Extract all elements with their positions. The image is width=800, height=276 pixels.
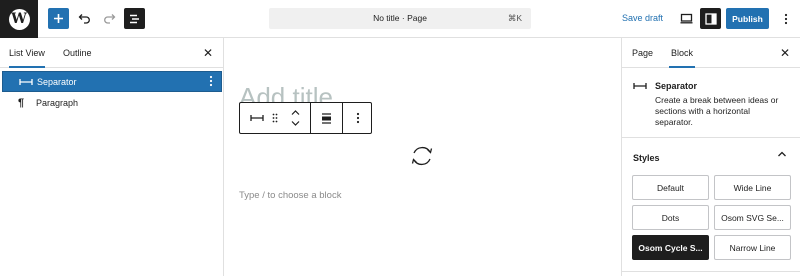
tab-list-view[interactable]: List View — [9, 48, 45, 68]
align-full-icon — [322, 112, 331, 124]
redo-button[interactable] — [99, 8, 120, 29]
sidebar-tabs: Page Block ✕ — [622, 38, 800, 68]
block-description: Create a break between ideas or sections… — [655, 95, 779, 127]
document-title: No title · Page — [373, 13, 427, 23]
publish-button[interactable]: Publish — [726, 8, 769, 29]
separator-icon — [633, 81, 647, 93]
style-osom-svg-button[interactable]: Osom SVG Se... — [714, 205, 791, 230]
document-overview-button[interactable] — [124, 8, 145, 29]
list-view-panel: List View Outline ✕ Separator ¶ Paragrap… — [0, 38, 224, 276]
style-narrow-line-button[interactable]: Narrow Line — [714, 235, 791, 260]
chevron-up-icon[interactable] — [291, 109, 300, 116]
sidebar-icon — [704, 12, 717, 25]
redo-icon — [104, 14, 116, 24]
styles-heading[interactable]: Styles — [633, 153, 660, 163]
list-item-paragraph[interactable]: ¶ Paragraph — [2, 92, 222, 113]
drag-icon — [272, 113, 278, 123]
chevron-down-icon[interactable] — [291, 120, 300, 127]
style-osom-cycle-button[interactable]: Osom Cycle S... — [632, 235, 709, 260]
undo-icon — [78, 14, 90, 24]
block-name: Separator — [655, 81, 698, 91]
save-draft-button[interactable]: Save draft — [622, 13, 663, 23]
style-default-button[interactable]: Default — [632, 175, 709, 200]
wordpress-icon: W — [8, 8, 30, 30]
cycle-separator-graphic[interactable] — [409, 143, 435, 169]
close-sidebar-icon[interactable]: ✕ — [780, 47, 790, 59]
item-options-icon[interactable] — [209, 75, 213, 90]
editor-canvas: Add title Type / to choose a block — [224, 38, 621, 276]
separator-icon — [249, 115, 264, 121]
keyboard-shortcut: ⌘K — [507, 13, 522, 23]
block-appender[interactable]: Type / to choose a block — [239, 190, 341, 201]
style-dots-button[interactable]: Dots — [632, 205, 709, 230]
close-list-view-icon[interactable]: ✕ — [203, 47, 213, 59]
desktop-icon — [680, 13, 693, 24]
tab-page[interactable]: Page — [632, 48, 653, 58]
paragraph-icon: ¶ — [18, 96, 25, 109]
block-options-button[interactable] — [343, 103, 372, 133]
move-buttons — [286, 103, 304, 133]
tab-block[interactable]: Block — [668, 48, 696, 68]
block-toolbar — [239, 102, 372, 134]
style-wide-line-button[interactable]: Wide Line — [714, 175, 791, 200]
kebab-icon — [784, 13, 787, 24]
settings-sidebar: Page Block ✕ Separator Create a break be… — [621, 38, 800, 276]
chevron-up-icon[interactable] — [777, 150, 787, 160]
list-item-separator[interactable]: Separator — [2, 71, 222, 92]
wordpress-logo[interactable]: W — [0, 0, 38, 38]
plus-icon — [54, 14, 63, 23]
preview-button[interactable] — [676, 8, 697, 29]
tab-outline[interactable]: Outline — [63, 48, 92, 58]
more-options-button[interactable] — [775, 8, 796, 29]
undo-button[interactable] — [74, 8, 95, 29]
align-button[interactable] — [311, 103, 342, 133]
command-palette-bar[interactable]: No title · Page ⌘K — [269, 8, 531, 29]
editor-header: W No title · Page ⌘K Save draft Publish — [0, 0, 800, 38]
add-block-button[interactable] — [48, 8, 69, 29]
list-item-label: Paragraph — [36, 97, 79, 108]
list-view-tabs: List View Outline ✕ — [0, 38, 223, 68]
block-card: Separator Create a break between ideas o… — [622, 69, 800, 138]
drag-handle[interactable] — [268, 103, 282, 133]
separator-icon — [19, 77, 33, 87]
settings-toggle-button[interactable] — [700, 8, 721, 29]
panel-divider — [622, 271, 800, 272]
kebab-icon — [356, 112, 359, 124]
list-item-label: Separator — [37, 76, 77, 87]
list-view-icon — [130, 14, 139, 23]
